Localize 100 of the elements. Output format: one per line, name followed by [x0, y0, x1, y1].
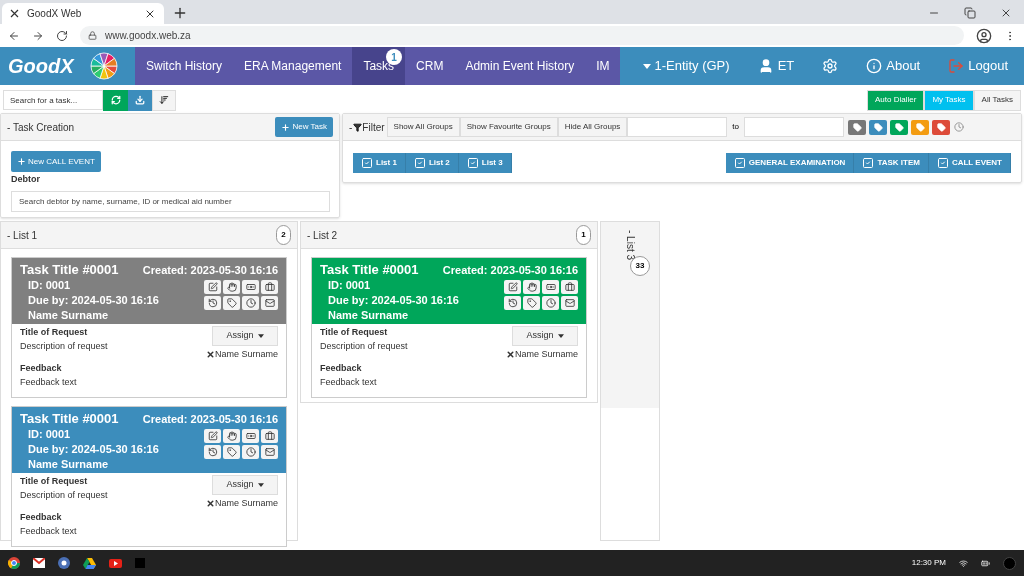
info-icon	[866, 58, 883, 74]
assign-dropdown[interactable]: Assign	[212, 475, 278, 495]
type-toggle[interactable]: CALL EVENT	[928, 153, 1011, 173]
sort-button[interactable]	[152, 89, 176, 111]
hand-icon[interactable]	[523, 279, 540, 294]
list-toggle[interactable]: List 3	[458, 153, 512, 173]
remove-icon[interactable]	[205, 499, 215, 509]
created-date: Created: 2023-05-30 16:16	[142, 263, 278, 278]
browser-icon[interactable]	[8, 557, 20, 569]
view-button[interactable]: All Tasks	[973, 89, 1021, 111]
list-title: - List 1	[7, 228, 37, 243]
hand-icon[interactable]	[223, 279, 240, 294]
app-icon[interactable]	[58, 557, 70, 569]
type-toggle[interactable]: TASK ITEM	[854, 153, 929, 173]
group-button[interactable]: Show Favourite Groups	[459, 117, 558, 137]
edit-icon[interactable]	[204, 279, 221, 294]
color-wheel-icon	[89, 52, 118, 80]
due-date: Due by: 2024-05-30 16:16	[28, 441, 159, 457]
tag-filter-button[interactable]	[932, 119, 951, 135]
briefcase-icon[interactable]	[561, 279, 578, 294]
banknote-icon[interactable]	[242, 428, 259, 443]
new-task-button[interactable]: New Task	[275, 117, 333, 137]
count-badge: 2	[276, 225, 291, 245]
type-toggle[interactable]: GENERAL EXAMINATION	[725, 153, 855, 173]
date-from-field[interactable]	[627, 117, 728, 137]
nav-tab[interactable]: ERA Management	[233, 47, 353, 85]
to-label: to	[731, 121, 741, 133]
nav-tab[interactable]: Admin Event History	[454, 47, 586, 85]
clock-icon[interactable]	[242, 295, 259, 310]
remove-icon[interactable]	[205, 350, 215, 360]
group-button[interactable]: Hide All Groups	[557, 117, 628, 137]
nav-tab[interactable]: CRM	[405, 47, 455, 85]
edit-icon[interactable]	[504, 279, 521, 294]
list-toggle[interactable]: List 2	[405, 153, 459, 173]
drive-icon[interactable]	[83, 557, 96, 569]
logout-link[interactable]: Logout	[940, 56, 1016, 76]
briefcase-icon[interactable]	[261, 428, 278, 443]
tag-icon[interactable]	[223, 444, 240, 459]
tag-icon[interactable]	[523, 295, 540, 310]
reload-icon[interactable]	[56, 29, 68, 42]
tag-filter-button[interactable]	[848, 119, 867, 135]
wifi-icon[interactable]	[959, 558, 968, 568]
group-button[interactable]: Show All Groups	[386, 117, 460, 137]
back-icon[interactable]	[8, 29, 20, 42]
address-bar[interactable]: www.goodx.web.za	[80, 26, 964, 45]
assignee-name: Name Surname	[514, 348, 578, 361]
download-button[interactable]	[128, 89, 152, 111]
entity-dropdown[interactable]: 1-Entity (GP)	[634, 56, 738, 76]
request-description: Description of request	[20, 488, 108, 502]
history-icon[interactable]	[204, 444, 221, 459]
refresh-button[interactable]	[103, 89, 128, 111]
new-tab-icon[interactable]	[172, 5, 188, 21]
plus-icon	[281, 122, 291, 132]
assign-dropdown[interactable]: Assign	[212, 326, 278, 346]
about-link[interactable]: About	[858, 56, 929, 76]
list-toggle[interactable]: List 1	[353, 153, 406, 173]
debtor-search-field[interactable]: Search debtor by name, surname, ID or medical aid number	[11, 190, 330, 212]
history-icon[interactable]	[504, 295, 521, 310]
video-icon[interactable]	[109, 558, 122, 568]
edit-icon[interactable]	[204, 428, 221, 443]
nav-tab[interactable]: Switch History	[135, 47, 233, 85]
banknote-icon[interactable]	[542, 279, 559, 294]
banknote-icon[interactable]	[242, 279, 259, 294]
user-menu[interactable]: ET	[749, 56, 803, 76]
assignee-name: Name Surname	[214, 497, 278, 510]
task-id: ID: 0001	[28, 277, 72, 293]
tag-icon[interactable]	[223, 295, 240, 310]
mail-icon[interactable]	[33, 558, 45, 568]
restore-icon[interactable]	[964, 7, 976, 19]
filter-title: Filter	[362, 120, 385, 135]
caret-icon	[642, 63, 651, 69]
clock-time: 12:30 PM	[911, 557, 946, 569]
clock-icon[interactable]	[542, 295, 559, 310]
mail-icon[interactable]	[561, 295, 578, 310]
created-date: Created: 2023-05-30 16:16	[142, 412, 278, 427]
tag-filter-button[interactable]	[869, 119, 888, 135]
mail-icon[interactable]	[261, 295, 278, 310]
task-title: Task Title #0001	[320, 261, 419, 279]
clock-icon[interactable]	[242, 444, 259, 459]
nav-tab[interactable]: IM	[585, 47, 621, 85]
view-button[interactable]: Auto Dialler	[867, 89, 925, 111]
mail-icon[interactable]	[261, 444, 278, 459]
close-window-icon[interactable]	[1000, 7, 1012, 19]
date-to-field[interactable]	[744, 117, 845, 137]
profile-icon[interactable]	[976, 27, 992, 44]
tag-filter-button[interactable]	[890, 119, 909, 135]
remove-icon[interactable]	[505, 350, 515, 360]
request-title: Title of Request	[320, 326, 389, 339]
briefcase-icon[interactable]	[261, 279, 278, 294]
battery-icon[interactable]	[981, 558, 990, 568]
feedback-title: Feedback	[320, 362, 363, 375]
new-call-event-button[interactable]: New CALL EVENT	[11, 151, 101, 172]
search-field[interactable]: Search for a task...	[3, 90, 103, 110]
collapse-dash[interactable]: -	[349, 119, 353, 135]
history-icon[interactable]	[204, 295, 221, 310]
assign-dropdown[interactable]: Assign	[512, 326, 578, 346]
list-title: - List 2	[307, 228, 337, 243]
forward-icon[interactable]	[32, 29, 44, 42]
browser-tab[interactable]: GoodX Web	[2, 3, 164, 24]
hand-icon[interactable]	[223, 428, 240, 443]
